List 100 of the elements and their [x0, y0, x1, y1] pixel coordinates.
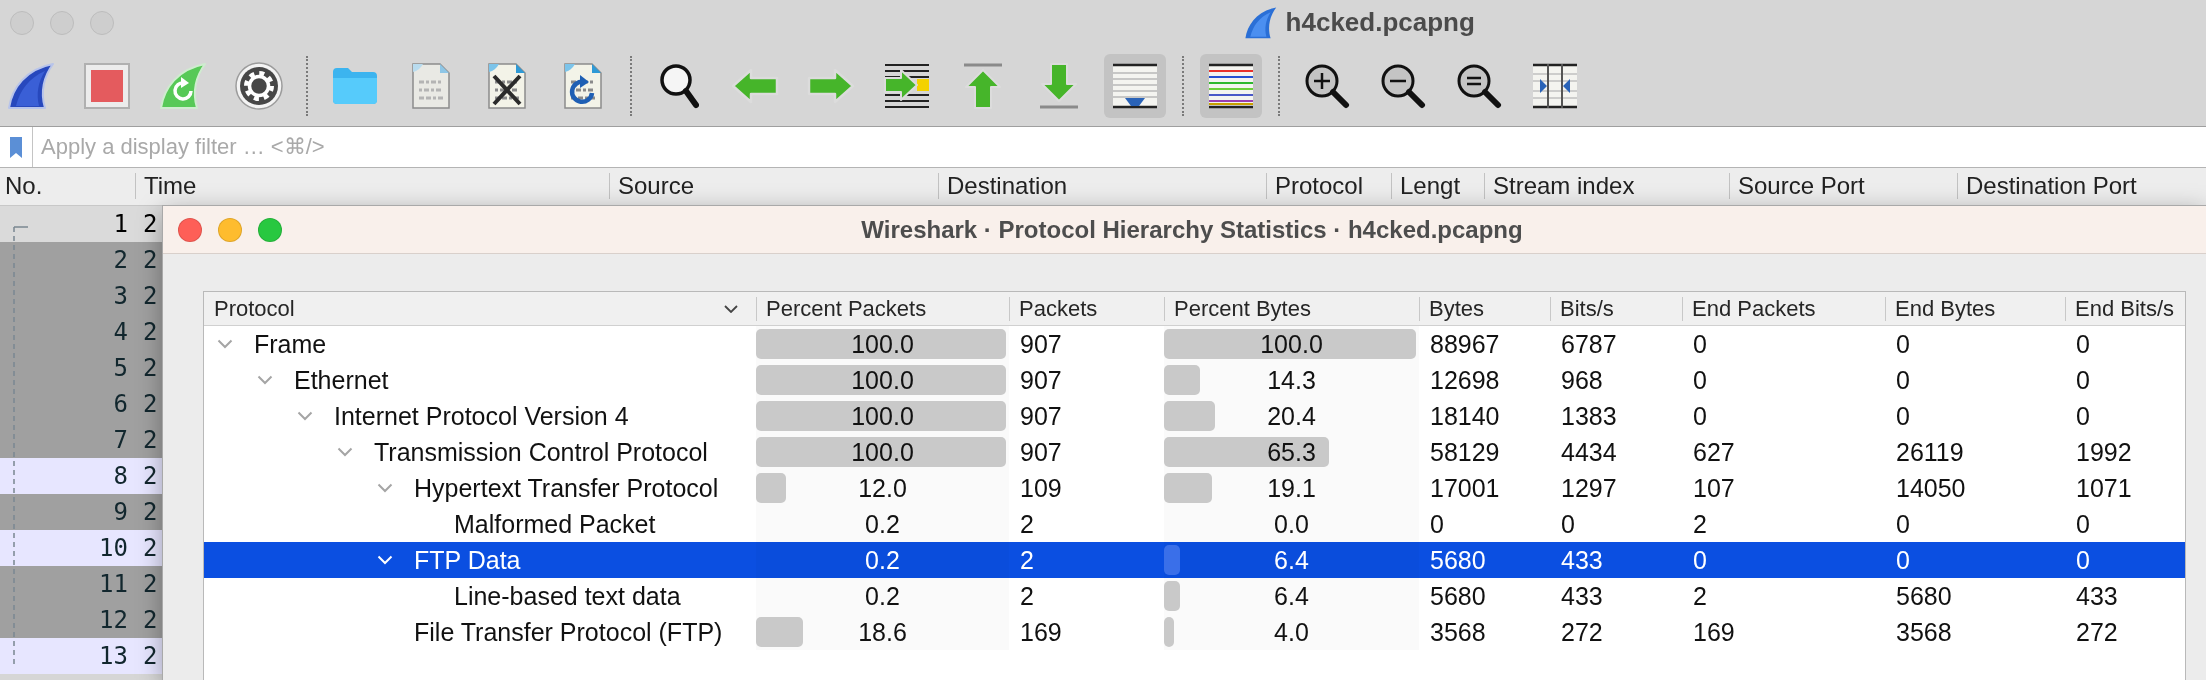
packet-row[interactable]: 4 2: [0, 314, 163, 350]
percent-value: 14.3: [1267, 365, 1316, 395]
end-packets-value: 0: [1693, 365, 1707, 394]
table-row[interactable]: Malformed Packet 0.2 2 0.0 0 0 2 0 0: [204, 506, 2185, 542]
end-packets-value: 2: [1693, 581, 1707, 610]
table-row[interactable]: File Transfer Protocol (FTP) 18.6 169 4.0 3568 272 169 3568 272: [204, 614, 2185, 650]
packet-number: 9: [113, 498, 128, 526]
protocol-name: Transmission Control Protocol: [374, 437, 708, 467]
end-bits-per-second-value: 0: [2076, 401, 2090, 430]
packet-time: 2: [143, 498, 158, 526]
end-packets-value: 0: [1693, 401, 1707, 430]
end-bits-per-second-value: 272: [2076, 617, 2118, 646]
zoom-button[interactable]: [90, 10, 114, 35]
packet-row[interactable]: 8 2: [0, 458, 163, 494]
percent-value: 6.4: [1274, 581, 1309, 611]
column-lines-icon: [1532, 62, 1578, 109]
packet-number: 10: [99, 534, 128, 562]
percent-value: 12.0: [858, 473, 907, 503]
bits-per-second-value: 4434: [1561, 437, 1617, 466]
table-row[interactable]: Hypertext Transfer Protocol 12.0 109 19.1 17001 1297 107 14050 1071: [204, 470, 2185, 506]
packet-number: 11: [99, 570, 128, 598]
packet-time: 2: [143, 642, 158, 670]
document-x-icon: [486, 61, 528, 110]
bits-per-second-value: 433: [1561, 545, 1603, 574]
autoscroll-button[interactable]: [1104, 53, 1166, 118]
window-title: h4cked.pcapng: [1285, 7, 1475, 38]
packet-row[interactable]: 7 2: [0, 422, 163, 458]
packet-time: 2: [143, 534, 158, 562]
minimize-button[interactable]: [50, 10, 74, 35]
protocol-name: File Transfer Protocol (FTP): [414, 617, 723, 647]
packets-value: 2: [1020, 509, 1034, 538]
end-bytes-value: 5680: [1896, 581, 1952, 610]
arrow-right-icon: [807, 67, 855, 104]
end-packets-value: 2: [1693, 509, 1707, 538]
table-row[interactable]: Transmission Control Protocol 100.0 907 65.3 58129 4434 627 26119 1992: [204, 434, 2185, 470]
packet-time: 2: [143, 246, 158, 274]
percent-value: 4.0: [1274, 617, 1309, 647]
colorize-button[interactable]: [1200, 53, 1262, 118]
packets-value: 169: [1020, 617, 1062, 646]
protocol-name: Malformed Packet: [454, 509, 656, 539]
packet-row[interactable]: 12 2: [0, 602, 163, 638]
packet-time: 2: [143, 282, 158, 310]
packet-time: 2: [143, 606, 158, 634]
end-bits-per-second-value: 1992: [2076, 437, 2132, 466]
end-bytes-value: 14050: [1896, 473, 1966, 502]
end-packets-value: 107: [1693, 473, 1735, 502]
bits-per-second-value: 0: [1561, 509, 1575, 538]
packet-row[interactable]: 9 2: [0, 494, 163, 530]
table-row[interactable]: Frame 100.0 907 100.0 88967 6787 0 0 0: [204, 326, 2185, 362]
bookmark-button[interactable]: [0, 127, 32, 167]
end-bits-per-second-value: 0: [2076, 545, 2090, 574]
search-icon: [659, 62, 699, 109]
dialog-title: Wireshark · Protocol Hierarchy Statistics · h4cked.pcapng: [861, 215, 1523, 244]
end-bytes-value: 3568: [1896, 617, 1952, 646]
packets-value: 907: [1020, 329, 1062, 358]
packets-value: 2: [1020, 545, 1034, 574]
table-row[interactable]: Internet Protocol Version 4 100.0 907 20.4 18140 1383 0 0 0: [204, 398, 2185, 434]
magnifier-equals-icon: [1456, 62, 1502, 109]
packet-row[interactable]: 1 2: [0, 206, 163, 242]
end-packets-value: 169: [1693, 617, 1735, 646]
display-filter-field[interactable]: Apply a display filter … <⌘/>: [32, 127, 2206, 167]
table-row[interactable]: Line-based text data 0.2 2 6.4 5680 433 2 5680 433: [204, 578, 2185, 614]
percent-value: 20.4: [1267, 401, 1316, 431]
bytes-value: 18140: [1430, 401, 1500, 430]
percent-value: 18.6: [858, 617, 907, 647]
percent-value: 19.1: [1267, 473, 1316, 503]
protocol-name: Line-based text data: [454, 581, 681, 611]
protocol-name: FTP Data: [414, 545, 521, 575]
packet-row[interactable]: 2 2: [0, 242, 163, 278]
end-bytes-value: 0: [1896, 509, 1910, 538]
shark-fin-icon: [7, 61, 55, 110]
bytes-value: 0: [1430, 509, 1444, 538]
bits-per-second-value: 6787: [1561, 329, 1617, 358]
table-row[interactable]: Ethernet 100.0 907 14.3 12698 968 0 0 0: [204, 362, 2185, 398]
packet-row[interactable]: 10 2: [0, 530, 163, 566]
bytes-value: 17001: [1430, 473, 1500, 502]
packet-row[interactable]: 13 2: [0, 638, 163, 674]
packet-row[interactable]: 5 2: [0, 350, 163, 386]
folder-icon: [331, 66, 379, 105]
packet-number: 12: [99, 606, 128, 634]
colored-lines-icon: [1208, 62, 1254, 109]
end-bytes-value: 26119: [1896, 437, 1964, 466]
end-bytes-value: 0: [1896, 401, 1910, 430]
packets-value: 2: [1020, 581, 1034, 610]
packets-value: 109: [1020, 473, 1062, 502]
document-icon: [410, 61, 452, 110]
column-header[interactable]: No.: [0, 168, 135, 205]
percent-value: 100.0: [851, 437, 914, 467]
end-packets-value: 0: [1693, 329, 1707, 358]
bytes-value: 58129: [1430, 437, 1500, 466]
packet-row[interactable]: 6 2: [0, 386, 163, 422]
packet-number: 1: [113, 210, 128, 238]
packet-row[interactable]: 3 2: [0, 278, 163, 314]
end-packets-value: 627: [1693, 437, 1735, 466]
end-bytes-value: 0: [1896, 329, 1910, 358]
packet-row[interactable]: 11 2: [0, 566, 163, 602]
packets-value: 907: [1020, 437, 1062, 466]
column-header[interactable]: Protocol: [204, 292, 756, 325]
table-row[interactable]: FTP Data 0.2 2 6.4 5680 433 0 0 0: [204, 542, 2185, 578]
percent-value: 100.0: [851, 401, 914, 431]
